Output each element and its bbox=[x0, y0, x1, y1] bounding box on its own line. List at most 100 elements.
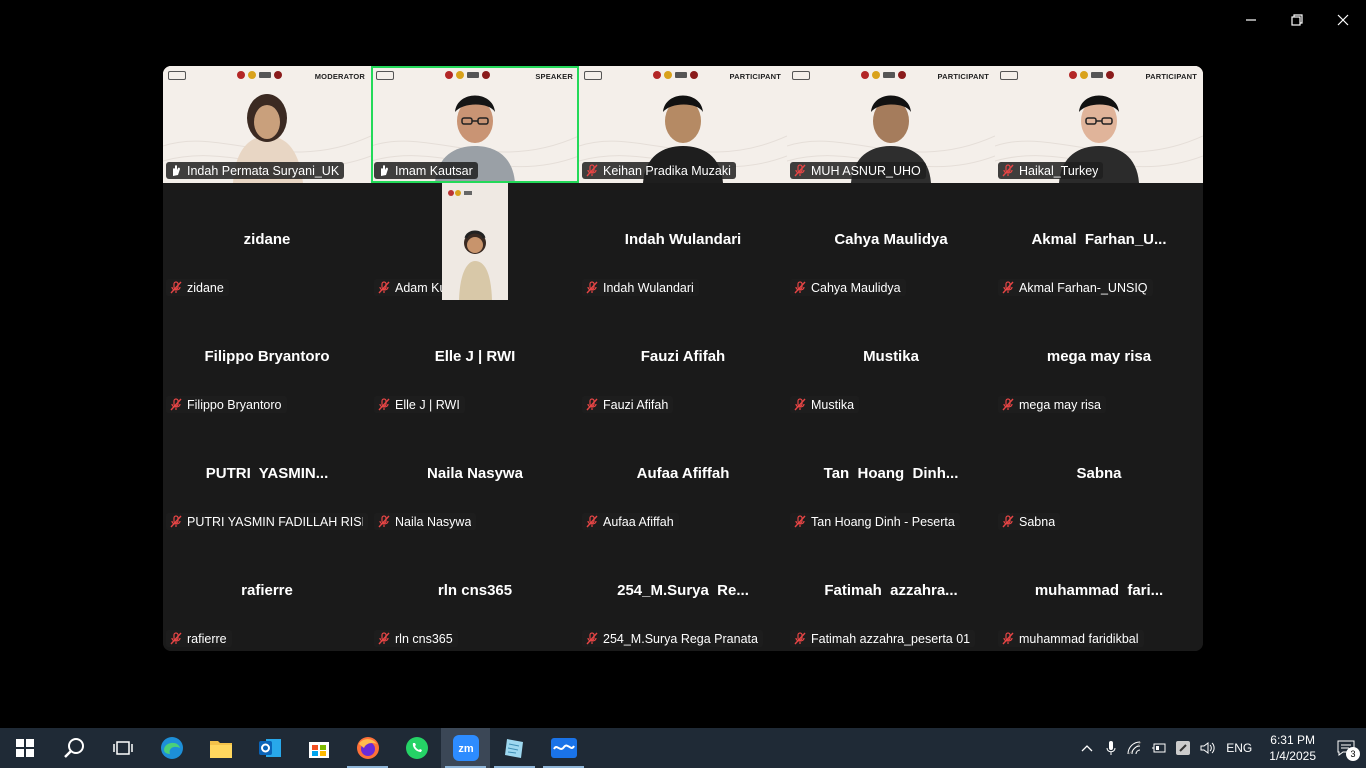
participant-display-name: rafierre bbox=[241, 582, 293, 599]
muted-mic-icon bbox=[586, 281, 598, 294]
muted-mic-icon bbox=[1002, 398, 1014, 411]
participant-tile[interactable]: Cahya Maulidya Cahya Maulidya bbox=[787, 183, 995, 300]
participant-name-label: Filippo Bryantoro bbox=[166, 396, 287, 413]
windows-start-button[interactable] bbox=[0, 728, 49, 768]
microsoft-store-button[interactable] bbox=[294, 728, 343, 768]
muted-mic-icon bbox=[586, 164, 598, 177]
video-tile-participant[interactable]: PARTICIPANT Keihan Pradika Muzaki bbox=[579, 66, 787, 183]
raised-hand-icon bbox=[173, 165, 180, 176]
role-tag: SPEAKER bbox=[535, 72, 573, 81]
search-button[interactable] bbox=[49, 728, 98, 768]
participant-tile[interactable]: rln cns365 rln cns365 bbox=[371, 534, 579, 651]
participant-tile[interactable]: muhammad fari... muhammad faridikbal bbox=[995, 534, 1203, 651]
participant-name: PUTRI YASMIN FADILLAH RISK... bbox=[187, 514, 363, 529]
wave-app-button[interactable] bbox=[539, 728, 588, 768]
participant-tile[interactable]: 254_M.Surya Re... 254_M.Surya Rega Pranat… bbox=[579, 534, 787, 651]
close-icon bbox=[1337, 14, 1349, 26]
participant-display-name: mega may risa bbox=[1046, 348, 1152, 365]
network-tray-icon[interactable] bbox=[1123, 728, 1147, 768]
restore-button[interactable] bbox=[1274, 0, 1320, 40]
battery-tray-icon[interactable] bbox=[1147, 728, 1171, 768]
participant-name: Aufaa Afiffah bbox=[603, 514, 674, 529]
participant-name-label: Sabna bbox=[998, 513, 1061, 530]
sponsor-logos bbox=[445, 71, 490, 79]
participant-tile[interactable]: PUTRI YASMIN... PUTRI YASMIN FADILLAH RIS… bbox=[163, 417, 371, 534]
participant-name-label: Indah Wulandari bbox=[582, 279, 699, 296]
participant-tile[interactable]: mega may risa mega may risa bbox=[995, 300, 1203, 417]
video-tile-participant[interactable]: PARTICIPANT MUH ASNUR_UHO bbox=[787, 66, 995, 183]
video-tile-participant[interactable]: PARTICIPANT Haikal_Turkey bbox=[995, 66, 1203, 183]
file-explorer-button[interactable] bbox=[196, 728, 245, 768]
participant-tile[interactable]: Akmal Farhan_U... Akmal Farhan-_UNSIQ bbox=[995, 183, 1203, 300]
firefox-button[interactable] bbox=[343, 728, 392, 768]
minimize-button[interactable] bbox=[1228, 0, 1274, 40]
pen-tray-icon[interactable] bbox=[1171, 728, 1195, 768]
participant-name-label: 254_M.Surya Rega Pranata bbox=[582, 630, 763, 647]
participant-name-label: Aufaa Afiffah bbox=[582, 513, 679, 530]
video-tile-speaker[interactable]: SPEAKER Imam Kautsar bbox=[371, 66, 579, 183]
show-hidden-icons-button[interactable] bbox=[1075, 728, 1099, 768]
notification-center-button[interactable]: 3 bbox=[1326, 728, 1366, 768]
participant-tile[interactable]: Mustika Mustika bbox=[787, 300, 995, 417]
muted-mic-icon bbox=[378, 515, 390, 528]
participant-name-label: Cahya Maulidya bbox=[790, 279, 906, 296]
participant-name-label: PUTRI YASMIN FADILLAH RISK... bbox=[166, 513, 368, 530]
participant-tile[interactable]: Sabna Sabna bbox=[995, 417, 1203, 534]
participant-name: Indah Permata Suryani_UK bbox=[187, 163, 340, 178]
participant-name: Mustika bbox=[811, 397, 855, 412]
close-button[interactable] bbox=[1320, 0, 1366, 40]
microsoft-store-icon bbox=[308, 737, 330, 759]
participant-tile[interactable]: zidane zidane bbox=[163, 183, 371, 300]
participant-tile[interactable]: rafierre rafierre bbox=[163, 534, 371, 651]
participant-name: Cahya Maulidya bbox=[811, 280, 901, 295]
participant-name-label: Naila Nasywa bbox=[374, 513, 477, 530]
zoom-icon: zm bbox=[452, 735, 479, 761]
edge-button[interactable] bbox=[147, 728, 196, 768]
zoom-button[interactable]: zm bbox=[441, 728, 490, 768]
whatsapp-button[interactable] bbox=[392, 728, 441, 768]
language-indicator[interactable]: ENG bbox=[1219, 728, 1259, 768]
participant-display-name: Fatimah azzahra... bbox=[824, 582, 958, 599]
participant-display-name: Fauzi Afifah bbox=[640, 348, 726, 365]
participant-name-label: Haikal_Turkey bbox=[998, 162, 1104, 179]
muted-mic-icon bbox=[378, 281, 390, 294]
muted-mic-icon bbox=[170, 398, 182, 411]
participant-name: Haikal_Turkey bbox=[1019, 163, 1099, 178]
volume-tray-icon[interactable] bbox=[1195, 728, 1219, 768]
muted-mic-icon bbox=[794, 281, 806, 294]
muted-mic-icon bbox=[794, 398, 806, 411]
participant-tile[interactable]: Fatimah azzahra... Fatimah azzahra_pesert… bbox=[787, 534, 995, 651]
taskbar-apps: zm bbox=[0, 728, 588, 768]
clock[interactable]: 6:31 PM 1/4/2025 bbox=[1259, 732, 1326, 764]
participant-display-name: PUTRI YASMIN... bbox=[205, 465, 329, 482]
participant-display-name: Aufaa Afiffah bbox=[636, 465, 730, 482]
raised-hand-icon bbox=[381, 165, 388, 176]
participant-tile[interactable]: Aufaa Afiffah Aufaa Afiffah bbox=[579, 417, 787, 534]
participant-name-label: Mustika bbox=[790, 396, 860, 413]
participant-display-name: Elle J | RWI bbox=[434, 348, 516, 365]
participant-tile[interactable]: Fauzi Afifah Fauzi Afifah bbox=[579, 300, 787, 417]
minimize-icon bbox=[1246, 19, 1256, 21]
speaker-icon bbox=[1200, 742, 1215, 754]
participant-display-name: muhammad fari... bbox=[1034, 582, 1164, 599]
person-silhouette bbox=[442, 183, 508, 300]
participant-tile[interactable]: Indah Wulandari Indah Wulandari bbox=[579, 183, 787, 300]
outlook-button[interactable] bbox=[245, 728, 294, 768]
participant-name-label: Tan Hoang Dinh - Peserta bbox=[790, 513, 960, 530]
participant-tile[interactable]: Tan Hoang Dinh... Tan Hoang Dinh - Pesert… bbox=[787, 417, 995, 534]
microphone-tray-icon[interactable] bbox=[1099, 728, 1123, 768]
muted-mic-icon bbox=[586, 515, 598, 528]
participant-display-name: Mustika bbox=[863, 348, 919, 365]
participant-tile[interactable]: Filippo Bryantoro Filippo Bryantoro bbox=[163, 300, 371, 417]
participant-tile[interactable]: Naila Nasywa Naila Nasywa bbox=[371, 417, 579, 534]
role-tag: PARTICIPANT bbox=[1145, 72, 1197, 81]
task-view-button[interactable] bbox=[98, 728, 147, 768]
pen-icon bbox=[1176, 741, 1191, 755]
notes-button[interactable] bbox=[490, 728, 539, 768]
gallery-view: MODERATOR Indah Permata Suryani_UK SPEAKE… bbox=[163, 66, 1203, 651]
participant-tile[interactable]: Elle J | RWI Elle J | RWI bbox=[371, 300, 579, 417]
role-tag: MODERATOR bbox=[314, 72, 365, 81]
video-tile-moderator[interactable]: MODERATOR Indah Permata Suryani_UK bbox=[163, 66, 371, 183]
participant-name: mega may risa bbox=[1019, 397, 1101, 412]
event-logo bbox=[1000, 71, 1018, 80]
